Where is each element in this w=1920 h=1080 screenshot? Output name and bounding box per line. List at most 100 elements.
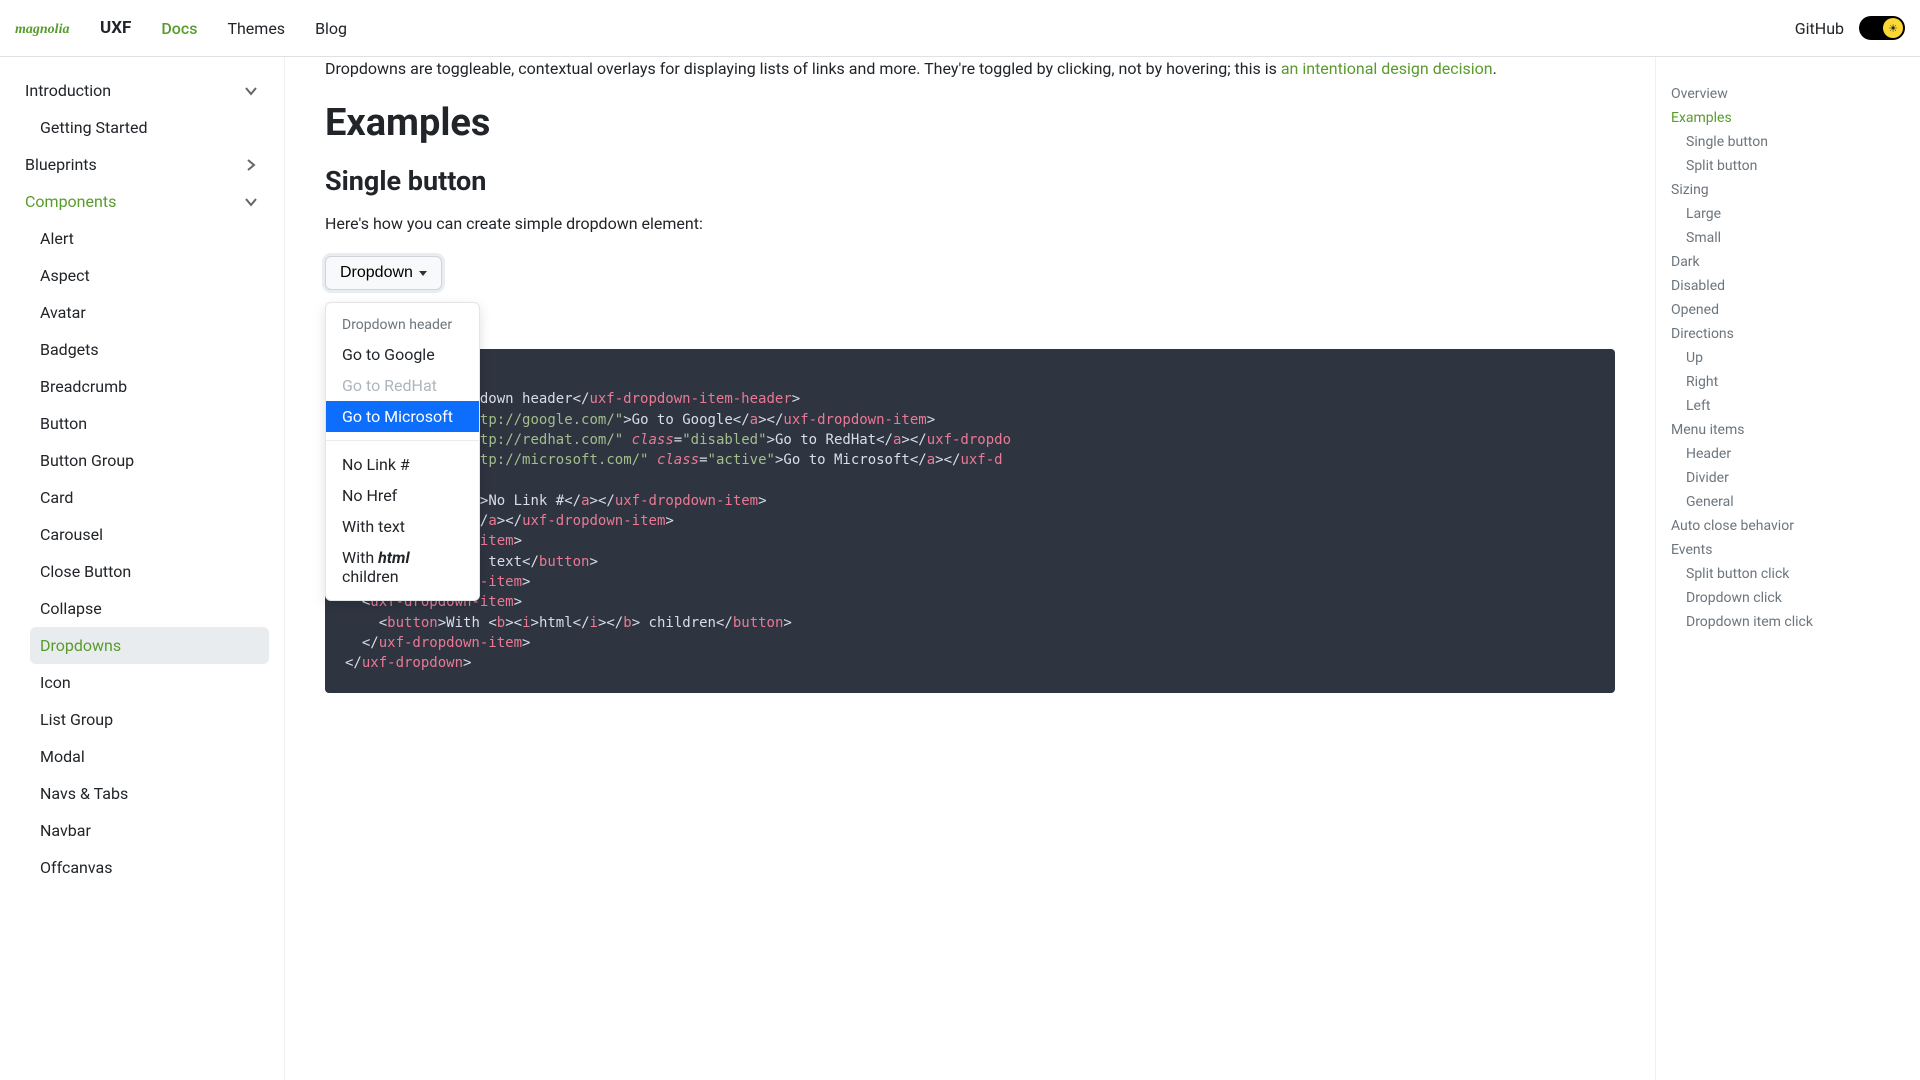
caret-down-icon bbox=[419, 271, 427, 276]
sidebar-item-aspect[interactable]: Aspect bbox=[30, 257, 269, 294]
sidebar-item-avatar[interactable]: Avatar bbox=[30, 294, 269, 331]
sidebar-item-alert[interactable]: Alert bbox=[30, 220, 269, 257]
toc-item-events[interactable]: Events bbox=[1671, 538, 1905, 562]
sidebar-item-label: Navs & Tabs bbox=[40, 784, 128, 803]
sidebar-item-badgets[interactable]: Badgets bbox=[30, 331, 269, 368]
dropdown-header: Dropdown header bbox=[326, 311, 479, 339]
sidebar-item-breadcrumb[interactable]: Breadcrumb bbox=[30, 368, 269, 405]
intro-link[interactable]: an intentional design decision bbox=[1281, 59, 1493, 78]
table-of-contents: OverviewExamplesSingle buttonSplit butto… bbox=[1655, 57, 1920, 1080]
sidebar-item-navbar[interactable]: Navbar bbox=[30, 812, 269, 849]
top-nav: Docs Themes Blog bbox=[161, 19, 1794, 38]
sun-icon: ☀ bbox=[1883, 18, 1903, 38]
sidebar-item-label: Navbar bbox=[40, 821, 91, 840]
toc-item-single-button[interactable]: Single button bbox=[1671, 130, 1905, 154]
dropdown-item[interactable]: Go to Google bbox=[326, 339, 479, 370]
intro-paragraph: Dropdowns are toggleable, contextual ove… bbox=[325, 57, 1615, 81]
sidebar-item-button-group[interactable]: Button Group bbox=[30, 442, 269, 479]
toc-item-dark[interactable]: Dark bbox=[1671, 250, 1905, 274]
toc-item-large[interactable]: Large bbox=[1671, 202, 1905, 226]
sidebar-item-introduction[interactable]: Introduction bbox=[15, 72, 269, 109]
toc-item-header[interactable]: Header bbox=[1671, 442, 1905, 466]
examples-heading: Examples bbox=[325, 101, 1615, 145]
sidebar-item-label: Components bbox=[25, 192, 116, 211]
dropdown-item[interactable]: No Link # bbox=[326, 449, 479, 480]
sidebar-item-getting-started[interactable]: Getting Started bbox=[30, 109, 269, 146]
nav-blog[interactable]: Blog bbox=[315, 19, 347, 38]
toc-item-dropdown-item-click[interactable]: Dropdown item click bbox=[1671, 610, 1905, 634]
toc-item-sizing[interactable]: Sizing bbox=[1671, 178, 1905, 202]
sidebar-item-components[interactable]: Components bbox=[15, 183, 269, 220]
code-block: bel="Dropdown"> item-header>Dropdown hea… bbox=[325, 349, 1615, 693]
single-button-intro: Here's how you can create simple dropdow… bbox=[325, 212, 1615, 236]
chevron-down-icon bbox=[243, 194, 259, 210]
sidebar-item-label: Badgets bbox=[40, 340, 99, 359]
dropdown-item[interactable]: Go to Microsoft bbox=[326, 401, 479, 432]
toc-item-dropdown-click[interactable]: Dropdown click bbox=[1671, 586, 1905, 610]
toc-item-split-button-click[interactable]: Split button click bbox=[1671, 562, 1905, 586]
sidebar-item-label: Alert bbox=[40, 229, 74, 248]
sidebar-item-label: Card bbox=[40, 488, 73, 507]
sidebar-item-label: Avatar bbox=[40, 303, 86, 322]
svg-text:magnolia: magnolia bbox=[15, 22, 69, 37]
toc-item-small[interactable]: Small bbox=[1671, 226, 1905, 250]
sidebar-item-label: Aspect bbox=[40, 266, 90, 285]
chevron-down-icon bbox=[243, 83, 259, 99]
sidebar-item-carousel[interactable]: Carousel bbox=[30, 516, 269, 553]
dropdown-item[interactable]: No Href bbox=[326, 480, 479, 511]
sidebar-item-modal[interactable]: Modal bbox=[30, 738, 269, 775]
code-tabs: React bbox=[325, 310, 1615, 349]
theme-toggle[interactable]: ☀ bbox=[1859, 16, 1905, 40]
dropdown-item[interactable]: Go to RedHat bbox=[326, 370, 479, 401]
dropdown-menu: Dropdown headerGo to GoogleGo to RedHatG… bbox=[325, 302, 480, 601]
logo[interactable]: magnolia UXF bbox=[15, 18, 131, 38]
dropdown-item[interactable]: With text bbox=[326, 511, 479, 542]
sidebar-item-label: Icon bbox=[40, 673, 71, 692]
toc-item-up[interactable]: Up bbox=[1671, 346, 1905, 370]
sidebar-item-list-group[interactable]: List Group bbox=[30, 701, 269, 738]
sidebar-item-blueprints[interactable]: Blueprints bbox=[15, 146, 269, 183]
dropdown-button[interactable]: Dropdown bbox=[325, 256, 442, 290]
toc-item-right[interactable]: Right bbox=[1671, 370, 1905, 394]
toc-item-left[interactable]: Left bbox=[1671, 394, 1905, 418]
toc-item-overview[interactable]: Overview bbox=[1671, 82, 1905, 106]
sidebar-item-dropdowns[interactable]: Dropdowns bbox=[30, 627, 269, 664]
sidebar-item-label: Introduction bbox=[25, 81, 111, 100]
nav-docs[interactable]: Docs bbox=[161, 19, 197, 38]
sidebar-item-close-button[interactable]: Close Button bbox=[30, 553, 269, 590]
sidebar-item-button[interactable]: Button bbox=[30, 405, 269, 442]
sidebar-item-label: Blueprints bbox=[25, 155, 97, 174]
toc-item-directions[interactable]: Directions bbox=[1671, 322, 1905, 346]
nav-themes[interactable]: Themes bbox=[227, 19, 285, 38]
sidebar-item-label: Close Button bbox=[40, 562, 131, 581]
toc-item-general[interactable]: General bbox=[1671, 490, 1905, 514]
sidebar-item-navs-tabs[interactable]: Navs & Tabs bbox=[30, 775, 269, 812]
sidebar-item-label: Getting Started bbox=[40, 118, 148, 137]
toc-item-menu-items[interactable]: Menu items bbox=[1671, 418, 1905, 442]
sidebar-item-offcanvas[interactable]: Offcanvas bbox=[30, 849, 269, 886]
sidebar-item-label: Carousel bbox=[40, 525, 103, 544]
sidebar: Introduction Getting Started Blueprints Com… bbox=[0, 57, 285, 1080]
sidebar-item-collapse[interactable]: Collapse bbox=[30, 590, 269, 627]
toc-item-opened[interactable]: Opened bbox=[1671, 298, 1905, 322]
sidebar-item-icon[interactable]: Icon bbox=[30, 664, 269, 701]
dropdown-button-label: Dropdown bbox=[340, 264, 413, 282]
sidebar-item-label: Button bbox=[40, 414, 87, 433]
toc-item-disabled[interactable]: Disabled bbox=[1671, 274, 1905, 298]
dropdown-divider bbox=[326, 440, 479, 441]
toc-item-split-button[interactable]: Split button bbox=[1671, 154, 1905, 178]
sidebar-item-label: Dropdowns bbox=[40, 636, 121, 655]
sidebar-item-card[interactable]: Card bbox=[30, 479, 269, 516]
brand-text: UXF bbox=[100, 18, 131, 38]
github-link[interactable]: GitHub bbox=[1795, 19, 1844, 38]
main-content: Dropdowns are toggleable, contextual ove… bbox=[285, 57, 1655, 1080]
intro-text-b: . bbox=[1493, 59, 1497, 78]
toc-item-examples[interactable]: Examples bbox=[1671, 106, 1905, 130]
magnolia-logo-icon: magnolia bbox=[15, 18, 92, 38]
toc-item-divider[interactable]: Divider bbox=[1671, 466, 1905, 490]
sidebar-item-label: Offcanvas bbox=[40, 858, 112, 877]
toc-item-auto-close-behavior[interactable]: Auto close behavior bbox=[1671, 514, 1905, 538]
sidebar-item-label: Breadcrumb bbox=[40, 377, 127, 396]
dropdown-item[interactable]: With html children bbox=[326, 542, 479, 592]
sidebar-item-label: Collapse bbox=[40, 599, 102, 618]
